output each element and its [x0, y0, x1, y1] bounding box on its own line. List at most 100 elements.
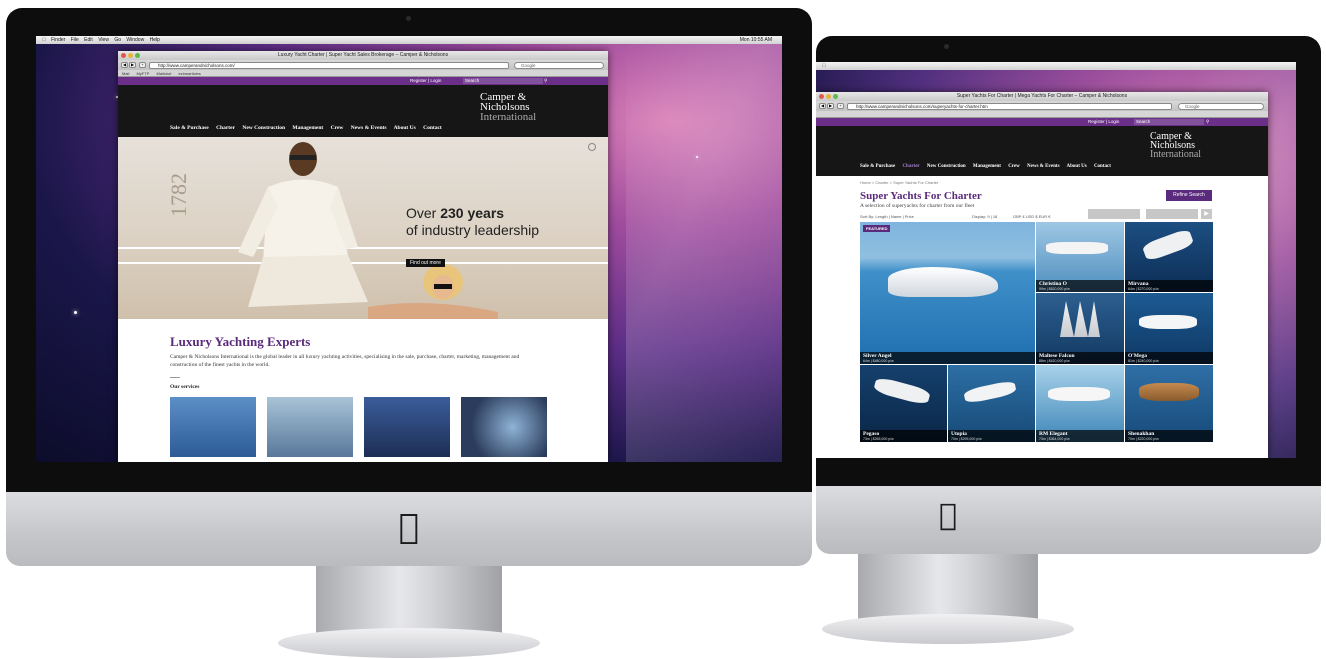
apple-logo-icon:  — [928, 498, 968, 534]
forward-button[interactable]: ▶ — [129, 62, 136, 68]
section-title: Luxury Yachting Experts — [170, 334, 311, 349]
menubar-item[interactable]: View — [98, 37, 109, 43]
nav-about-us[interactable]: About Us — [1067, 164, 1087, 169]
site-logo[interactable]: Camper & Nicholsons International — [1150, 132, 1201, 160]
nav-new-construction[interactable]: New Construction — [242, 125, 285, 131]
main-nav: Sale & Purchase Charter New Construction… — [170, 125, 448, 131]
window-controls[interactable] — [121, 53, 142, 60]
url-toolbar: ◀ ▶ + http://www.camperandnicholsons.com… — [118, 60, 608, 70]
menubar-item[interactable]: Help — [150, 37, 160, 43]
site-topbar: Register | Login Search ⚲ — [118, 77, 608, 85]
site-logo[interactable]: Camper & Nicholsons International — [480, 92, 536, 123]
apple-menu-icon[interactable]:  — [42, 37, 46, 43]
yacht-detail: 88m | $420,000 p/w — [1039, 359, 1070, 363]
menubar-item[interactable]: Window — [126, 37, 144, 43]
menubar-item[interactable]: File — [71, 37, 79, 43]
nav-contact[interactable]: Contact — [1094, 164, 1111, 169]
window-titlebar[interactable]: Luxury Yacht Charter | Super Yacht Sales… — [118, 51, 608, 60]
right-imac-stand — [858, 554, 1038, 622]
yacht-shape — [1046, 242, 1108, 254]
window-controls[interactable] — [819, 94, 840, 101]
yacht-detail: 73m | $364,000 p/w — [1039, 437, 1070, 441]
service-thumb-construction[interactable] — [364, 397, 450, 457]
nav-crew[interactable]: Crew — [331, 125, 344, 131]
menubar-clock[interactable]: Mon 10:55 AM — [740, 36, 772, 44]
bookmark-item[interactable]: ezinearticles — [179, 71, 201, 76]
display-options[interactable]: Display: 9 | 18 — [972, 214, 997, 219]
yacht-card-featured[interactable]: FEATURED Silver Angel 64m | $480,000 p/w — [860, 222, 1035, 364]
site-search-input[interactable]: Search — [463, 78, 543, 84]
yacht-card[interactable]: RM Elegant 73m | $364,000 p/w — [1036, 365, 1124, 442]
apple-menu-icon[interactable]:  — [822, 63, 826, 69]
add-bookmark-button[interactable]: + — [139, 62, 146, 68]
breadcrumb[interactable]: Home > Charter > Super Yachts For Charte… — [860, 180, 938, 185]
left-imac-camera — [406, 16, 411, 21]
window-titlebar[interactable]: Super Yachts For Charter | Mega Yachts F… — [816, 92, 1268, 101]
bookmark-item[interactable]: MyFTP — [136, 71, 149, 76]
menubar-item[interactable]: Finder — [51, 37, 65, 43]
yacht-card[interactable]: O'Mega 81m | $240,000 p/w — [1125, 293, 1213, 364]
menubar-item[interactable]: Go — [114, 37, 121, 43]
yacht-caption: Silver Angel 64m | $480,000 p/w — [860, 352, 1035, 364]
hero-year: 1782 — [166, 173, 191, 217]
yacht-card[interactable]: Utopia 70m | $295,000 p/w — [948, 365, 1035, 442]
refine-search-button[interactable]: Refine Search — [1166, 190, 1212, 201]
yacht-detail: 73m | $265,000 p/w — [863, 437, 894, 441]
nav-contact[interactable]: Contact — [423, 125, 442, 131]
yacht-card[interactable]: Christina O 99m | $620,000 p/w — [1036, 222, 1124, 292]
site-header: Camper & Nicholsons International Sale &… — [816, 126, 1268, 176]
apple-logo-icon:  — [389, 508, 429, 546]
right-imac:  Super Yachts For Charter | Mega Yachts… — [816, 36, 1321, 650]
search-field[interactable]: Google — [514, 61, 604, 69]
compare-button[interactable] — [1088, 209, 1140, 219]
yacht-grid: FEATURED Silver Angel 64m | $480,000 p/w… — [860, 222, 1213, 442]
bookmark-item[interactable]: Mail — [122, 71, 129, 76]
add-bookmark-button[interactable]: + — [837, 103, 844, 109]
page-subtitle: A selection of superyachts for charter f… — [860, 203, 975, 209]
currency-options[interactable]: GBP £ USD $ EUR € — [1013, 214, 1051, 219]
address-bar[interactable]: http://www.camperandnicholsons.com/super… — [847, 102, 1172, 110]
forward-button[interactable]: ▶ — [827, 103, 834, 109]
nav-charter[interactable]: Charter — [216, 125, 235, 131]
sort-options[interactable]: Sort By: Length | Name | Price — [860, 214, 914, 219]
find-out-more-button[interactable]: Find out more — [406, 259, 445, 267]
nav-news-events[interactable]: News & Events — [1027, 164, 1060, 169]
nav-news-events[interactable]: News & Events — [351, 125, 387, 131]
hero-line-1-bold: 230 years — [440, 205, 505, 221]
nav-sale-purchase[interactable]: Sale & Purchase — [170, 125, 209, 131]
yacht-card[interactable]: Maltese Falcon 88m | $420,000 p/w — [1036, 293, 1124, 364]
back-button[interactable]: ◀ — [819, 103, 826, 109]
close-icon[interactable] — [588, 143, 596, 151]
nav-new-construction[interactable]: New Construction — [927, 164, 966, 169]
left-imac:  Finder File Edit View Go Window Help M… — [6, 8, 812, 658]
nav-charter[interactable]: Charter — [902, 164, 919, 169]
register-login-link[interactable]: Register | Login — [1088, 118, 1119, 126]
nav-management[interactable]: Management — [292, 125, 323, 131]
yacht-card[interactable]: Shenakhan 70m | $220,000 p/w — [1125, 365, 1213, 442]
nav-management[interactable]: Management — [973, 164, 1001, 169]
yacht-shape — [1048, 387, 1110, 401]
star — [74, 311, 77, 314]
register-login-link[interactable]: Register | Login — [410, 77, 441, 85]
nav-about-us[interactable]: About Us — [394, 125, 416, 131]
search-icon[interactable]: ⚲ — [1206, 118, 1209, 126]
bookmark-item[interactable]: Mailshot — [156, 71, 171, 76]
yacht-card[interactable]: Pegaso 73m | $265,000 p/w — [860, 365, 947, 442]
back-button[interactable]: ◀ — [121, 62, 128, 68]
service-thumb-management[interactable] — [461, 397, 547, 457]
star — [696, 156, 698, 158]
menubar-item[interactable]: Edit — [84, 37, 93, 43]
next-arrow-icon[interactable]: ▶ — [1201, 209, 1212, 219]
address-bar[interactable]: http://www.camperandnicholsons.com/ — [149, 61, 509, 69]
search-field[interactable]: Google — [1178, 102, 1264, 110]
service-thumb-sales[interactable] — [170, 397, 256, 457]
save-search-button[interactable] — [1146, 209, 1198, 219]
right-imac-base — [822, 614, 1074, 644]
nav-sale-purchase[interactable]: Sale & Purchase — [860, 164, 895, 169]
service-thumb-charter[interactable] — [267, 397, 353, 457]
yacht-card[interactable]: Mirvana 64m | $270,000 p/w — [1125, 222, 1213, 292]
site-search-input[interactable]: Search — [1134, 119, 1204, 125]
nav-crew[interactable]: Crew — [1008, 164, 1020, 169]
search-icon[interactable]: ⚲ — [544, 77, 547, 85]
yacht-caption: RM Elegant 73m | $364,000 p/w — [1036, 430, 1124, 442]
